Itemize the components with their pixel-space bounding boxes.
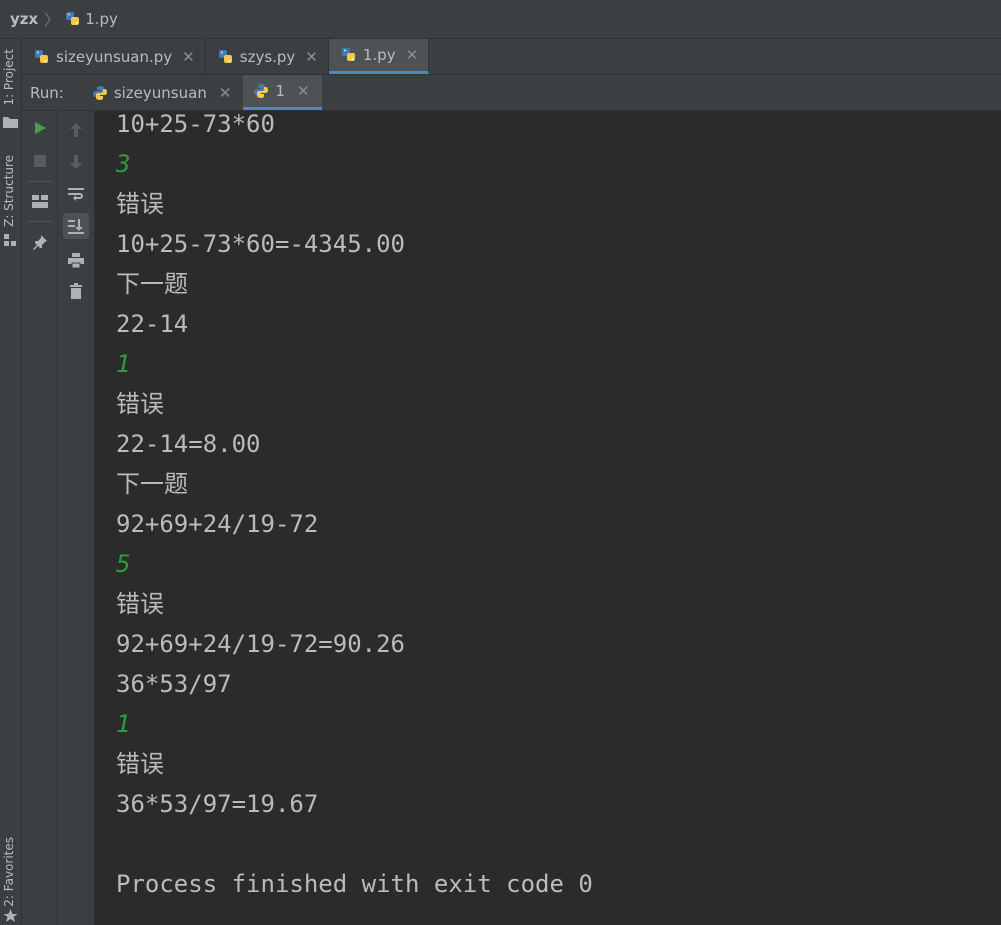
run-tab-sizeyunsuan[interactable]: sizeyunsuan ✕ [82,75,244,110]
restore-layout-button[interactable] [27,188,53,214]
previous-occurrence-button[interactable] [63,117,89,143]
python-icon [254,84,269,98]
run-tool-window-header: Run: sizeyunsuan ✕ 1 ✕ [22,75,1001,111]
console-line: 92+69+24/19-72=90.26 [116,630,405,658]
tab-label: szys.py [239,47,296,66]
close-icon[interactable]: ✕ [182,48,195,66]
python-file-icon [341,48,355,61]
console-line: 10+25-73*60 [116,111,275,138]
toolbar-separator [28,181,52,182]
tab-label: 1.py [362,46,396,64]
folder-icon[interactable] [3,116,18,128]
close-icon[interactable]: ✕ [297,82,310,100]
arrow-down-icon [70,155,82,169]
trash-icon [70,283,82,299]
breadcrumb-file-label: 1.py [85,10,118,28]
python-file-icon [35,49,48,63]
tab-label: sizeyunsuan.py [56,47,173,66]
breadcrumb-project[interactable]: yzx [10,10,38,28]
breadcrumb-separator-icon: 〉 [44,10,60,29]
tab-1-py[interactable]: 1.py ✕ [328,39,430,74]
process-exit-message: Process finished with exit code 0 [116,870,593,898]
structure-icon[interactable] [4,234,17,247]
favorites-tool-button[interactable]: 2: Favorites [2,837,16,907]
soft-wrap-icon [68,188,84,201]
stop-button[interactable] [27,148,53,174]
console-user-input: 1 [116,710,131,738]
console-line: 36*53/97=19.67 [116,790,319,818]
python-file-icon [218,49,232,63]
pin-icon [33,235,47,250]
star-icon[interactable] [3,909,18,923]
run-tab-1[interactable]: 1 ✕ [243,75,322,110]
console-line: 10+25-73*60=-4345.00 [116,230,405,258]
console-line: 错误 [116,590,164,618]
run-toolbar-secondary [58,111,95,925]
run-label: Run: [30,83,64,102]
ide-window: yzx 〉 1.py 1: Project Z: Structure 2: Fa… [0,0,1001,925]
navigation-bar: yzx 〉 1.py [0,0,1001,39]
run-tab-label: sizeyunsuan [113,83,207,102]
rerun-button[interactable] [27,115,53,141]
project-tool-button[interactable]: 1: Project [2,49,16,106]
console-user-input: 5 [116,550,131,578]
close-icon[interactable]: ✕ [219,84,232,102]
arrow-up-icon [70,123,82,137]
structure-tool-button[interactable]: Z: Structure [2,155,16,227]
run-icon [35,122,46,134]
scroll-to-end-button[interactable] [63,213,89,239]
console-line: 错误 [116,190,164,218]
run-tab-label: 1 [275,82,285,100]
breadcrumb-file[interactable]: 1.py [65,10,118,28]
stop-icon [34,155,46,167]
scroll-to-end-icon [68,218,84,234]
print-icon [68,252,84,268]
left-tool-strip: 1: Project Z: Structure 2: Favorites [0,39,22,925]
console-line: 错误 [116,390,164,418]
console-output[interactable]: 10+25-73*60 3 错误 10+25-73*60=-4345.00 下一… [95,111,1001,925]
editor-tabs: sizeyunsuan.py ✕ szys.py ✕ 1.py ✕ [22,39,1001,75]
console-line: 下一题 [116,270,188,298]
console-line: 22-14=8.00 [116,430,261,458]
next-occurrence-button[interactable] [63,149,89,175]
layout-icon [32,194,48,208]
close-icon[interactable]: ✕ [305,48,318,66]
console-line: 下一题 [116,470,188,498]
pin-tab-button[interactable] [27,229,53,255]
python-icon [92,85,107,100]
print-button[interactable] [63,247,89,273]
clear-all-button[interactable] [63,278,89,304]
soft-wrap-button[interactable] [63,181,89,207]
python-file-icon [66,12,80,25]
console-line: 错误 [116,750,164,778]
console-line: 22-14 [116,310,189,338]
toolbar-separator [28,221,52,222]
console-user-input: 3 [116,150,131,178]
tab-szys-py[interactable]: szys.py ✕ [206,39,329,74]
console-user-input: 1 [116,350,131,378]
run-toolbar-primary [22,111,58,925]
console-line: 92+69+24/19-72 [116,510,319,538]
tab-sizeyunsuan-py[interactable]: sizeyunsuan.py ✕ [22,39,206,74]
console-line: 36*53/97 [116,670,232,698]
close-icon[interactable]: ✕ [406,46,419,64]
